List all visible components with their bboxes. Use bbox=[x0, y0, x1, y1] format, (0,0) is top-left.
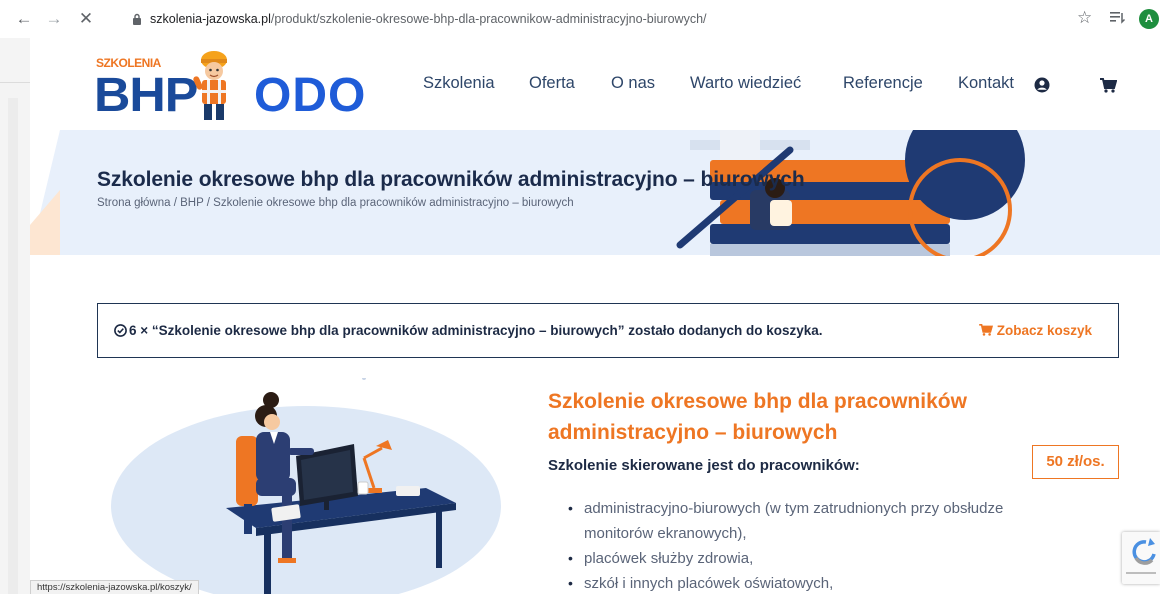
product-title: Szkolenie okresowe bhp dla pracowników a… bbox=[548, 390, 967, 444]
price-badge: 50 zł/os. bbox=[1032, 445, 1119, 479]
page-title: Szkolenie okresowe bhp dla pracowników a… bbox=[97, 168, 805, 191]
breadcrumb-separator: / bbox=[170, 197, 181, 209]
lock-icon bbox=[133, 13, 141, 25]
view-cart-link[interactable]: Zobacz koszyk bbox=[978, 323, 1092, 338]
profile-avatar[interactable]: A bbox=[1139, 9, 1159, 29]
menu-item-oferta[interactable]: Oferta bbox=[529, 74, 575, 93]
forward-arrow-icon[interactable]: → bbox=[44, 9, 64, 29]
product-subtitle: Szkolenie skierowane jest do pracowników… bbox=[548, 457, 860, 474]
list-item: placówek służby zdrowia, bbox=[568, 546, 1018, 571]
main-menu: Szkolenia Oferta O nas Warto wiedzieć Re… bbox=[0, 74, 1160, 98]
browser-toolbar: ← → ✕ szkolenia-jazowska.pl/produkt/szko… bbox=[0, 0, 1160, 38]
url-host: szkolenia-jazowska.pl bbox=[150, 12, 271, 26]
left-side-panel bbox=[0, 38, 30, 594]
check-circle-icon bbox=[114, 324, 127, 337]
view-cart-label: Zobacz koszyk bbox=[996, 323, 1092, 338]
recaptcha-badge[interactable] bbox=[1122, 532, 1160, 584]
audience-list: administracyjno-biurowych (w tym zatrudn… bbox=[568, 496, 1018, 594]
hero-illustration bbox=[30, 130, 1160, 256]
notice-text: 6 × “Szkolenie okresowe bhp dla pracowni… bbox=[129, 323, 823, 338]
menu-item-kontakt[interactable]: Kontakt bbox=[958, 74, 1014, 93]
list-item: szkół i innych placówek oświatowych, bbox=[568, 571, 1018, 594]
breadcrumb-separator: / bbox=[203, 197, 214, 209]
menu-item-warto-wiedziec[interactable]: Warto wiedzieć bbox=[690, 74, 801, 93]
breadcrumb: Strona główna / BHP / Szkolenie okresowe… bbox=[97, 197, 574, 209]
back-arrow-icon[interactable]: ← bbox=[14, 9, 34, 29]
bookmark-star-icon[interactable]: ☆ bbox=[1077, 8, 1092, 28]
menu-item-referencje[interactable]: Referencje bbox=[843, 74, 923, 93]
menu-item-o-nas[interactable]: O nas bbox=[611, 74, 655, 93]
reading-list-icon[interactable] bbox=[1110, 10, 1126, 24]
cart-icon bbox=[978, 324, 993, 336]
hero-banner bbox=[30, 130, 1160, 256]
address-bar[interactable]: szkolenia-jazowska.pl/produkt/szkolenie-… bbox=[120, 7, 1060, 31]
office-worker-illustration bbox=[111, 378, 501, 594]
breadcrumb-current: Szkolenie okresowe bhp dla pracowników a… bbox=[213, 197, 574, 209]
breadcrumb-bhp[interactable]: BHP bbox=[180, 197, 203, 209]
notice-message: 6 × “Szkolenie okresowe bhp dla pracowni… bbox=[114, 323, 823, 338]
url-path: /produkt/szkolenie-okresowe-bhp-dla-prac… bbox=[270, 12, 707, 26]
link-status-bar: https://szkolenia-jazowska.pl/koszyk/ bbox=[30, 580, 199, 594]
user-account-icon[interactable] bbox=[1034, 77, 1050, 93]
breadcrumb-home[interactable]: Strona główna bbox=[97, 197, 171, 209]
menu-item-szkolenia[interactable]: Szkolenia bbox=[423, 74, 495, 93]
stop-loading-icon[interactable]: ✕ bbox=[76, 9, 96, 29]
cart-notice: 6 × “Szkolenie okresowe bhp dla pracowni… bbox=[97, 303, 1119, 358]
shopping-cart-icon[interactable] bbox=[1100, 78, 1117, 93]
list-item: administracyjno-biurowych (w tym zatrudn… bbox=[568, 496, 1018, 546]
side-scrollbar[interactable] bbox=[8, 98, 18, 594]
address-text: szkolenia-jazowska.pl/produkt/szkolenie-… bbox=[150, 12, 707, 26]
recaptcha-icon bbox=[1126, 538, 1156, 574]
